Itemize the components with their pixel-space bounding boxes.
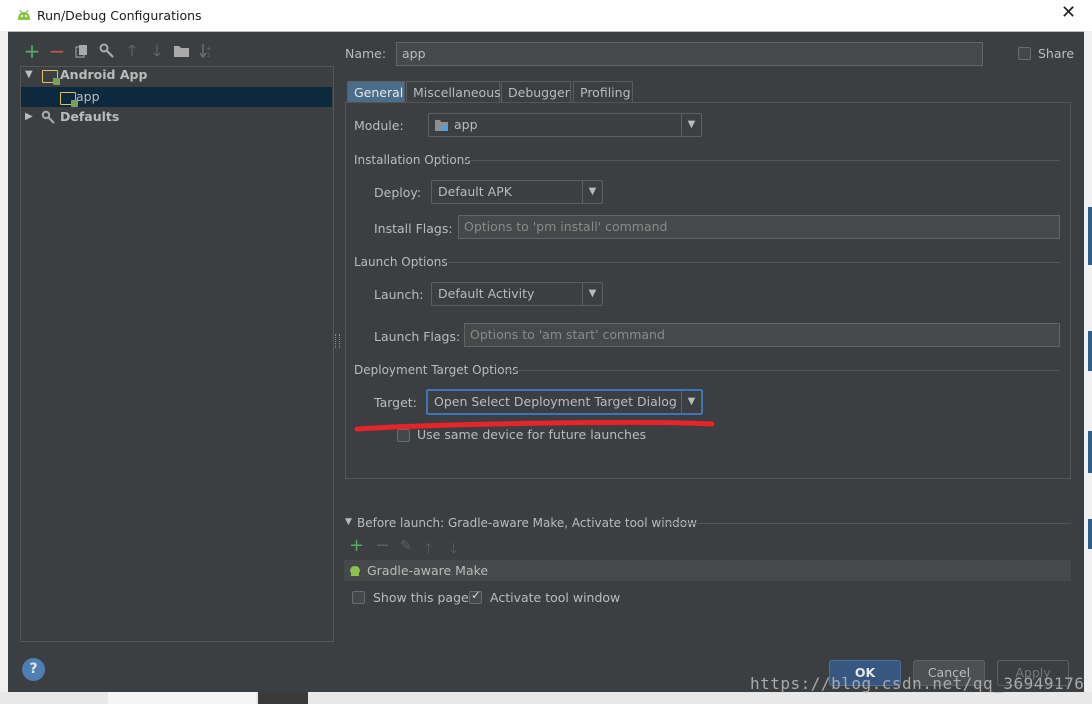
launch-select[interactable]: Default Activity ▼	[431, 282, 603, 306]
move-up-icon[interactable]: 🡑	[123, 42, 141, 60]
show-page-checkbox[interactable]	[352, 591, 365, 604]
tree-item-label: app	[76, 89, 100, 104]
window-title: Run/Debug Configurations	[37, 8, 202, 23]
svg-text:z: z	[207, 52, 210, 58]
wrench-icon[interactable]	[99, 43, 115, 59]
divider	[663, 523, 1071, 524]
module-value: app	[454, 117, 478, 132]
name-input[interactable]: app	[396, 42, 983, 66]
target-select[interactable]: Open Select Deployment Target Dialog ▼	[426, 389, 703, 415]
activate-tool-window-label: Activate tool window	[490, 590, 621, 605]
copy-icon[interactable]	[75, 44, 89, 58]
divider	[463, 160, 1060, 161]
tree-item-label: Android App	[60, 67, 148, 82]
remove-icon[interactable]: −	[48, 41, 66, 61]
launch-label: Launch:	[374, 287, 424, 302]
background-right	[1084, 31, 1092, 704]
launch-options-title: Launch Options	[354, 255, 448, 269]
task-item-label: Gradle-aware Make	[367, 563, 489, 578]
module-label: Module:	[354, 118, 404, 133]
tree-item-label: Defaults	[60, 109, 120, 124]
add-icon[interactable]: +	[23, 41, 41, 61]
target-label: Target:	[374, 395, 417, 410]
divider	[506, 370, 1060, 371]
remove-task-icon[interactable]: −	[375, 536, 390, 556]
title-bar: Run/Debug Configurations ✕	[0, 0, 1092, 32]
tab-profiling[interactable]: Profiling	[573, 81, 633, 102]
defaults-icon	[41, 110, 55, 124]
launch-flags-input[interactable]: Options to 'am start' command	[464, 323, 1060, 347]
move-down-icon[interactable]: 🡓	[148, 42, 166, 60]
task-list[interactable]: Gradle-aware Make	[344, 560, 1071, 581]
before-launch-title: Before launch: Gradle-aware Make, Activa…	[357, 516, 697, 530]
share-checkbox[interactable]	[1018, 47, 1031, 60]
background-left	[0, 31, 8, 704]
module-select[interactable]: app ▼	[428, 113, 702, 137]
chevron-down-icon[interactable]: ▼	[582, 283, 602, 305]
launch-flags-label: Launch Flags:	[374, 329, 461, 344]
add-task-icon[interactable]: +	[349, 536, 364, 556]
move-down-icon[interactable]: 🡓	[450, 538, 457, 562]
chevron-down-icon[interactable]: ▼	[681, 114, 701, 136]
tab-debugger[interactable]: Debugger	[501, 81, 571, 102]
deployment-options-title: Deployment Target Options	[354, 363, 519, 377]
svg-text:a: a	[207, 45, 211, 52]
chevron-down-icon[interactable]: ▼	[582, 181, 602, 203]
close-icon[interactable]: ✕	[1061, 4, 1076, 22]
deploy-select[interactable]: Default APK ▼	[431, 180, 603, 204]
help-icon[interactable]: ?	[22, 658, 45, 681]
install-flags-input[interactable]: Options to 'pm install' command	[458, 215, 1060, 239]
module-folder-icon	[435, 120, 448, 131]
edit-task-icon[interactable]: ✎	[400, 538, 412, 554]
app-config-icon	[60, 92, 78, 107]
installation-options-title: Installation Options	[354, 153, 471, 167]
collapse-arrow-icon[interactable]: ▶	[25, 107, 33, 127]
configuration-tree[interactable]	[20, 66, 334, 642]
tree-item-app[interactable]: app	[21, 87, 332, 107]
deploy-label: Deploy:	[374, 185, 422, 200]
collapse-arrow-icon[interactable]: ▼	[345, 517, 352, 527]
splitter-handle[interactable]	[335, 334, 340, 348]
install-flags-label: Install Flags:	[374, 221, 453, 236]
android-icon	[350, 566, 360, 576]
tab-miscellaneous[interactable]: Miscellaneous	[406, 81, 501, 102]
watermark: https://blog.csdn.net/qq_36949176	[750, 674, 1085, 693]
android-app-icon	[42, 70, 60, 85]
target-value: Open Select Deployment Target Dialog	[434, 394, 677, 409]
red-annotation-underline	[354, 419, 715, 432]
divider	[445, 262, 1060, 263]
background-bottom	[0, 692, 1092, 704]
activate-tool-window-checkbox[interactable]	[469, 588, 482, 604]
tree-item-defaults[interactable]: ▶ Defaults	[21, 107, 332, 127]
name-label: Name:	[345, 46, 387, 61]
show-page-label: Show this page	[373, 590, 469, 605]
chevron-down-icon[interactable]: ▼	[681, 391, 701, 413]
android-icon	[18, 9, 30, 20]
tab-general[interactable]: General	[347, 81, 405, 102]
deploy-value: Default APK	[438, 184, 512, 199]
folder-icon[interactable]	[174, 44, 189, 57]
move-up-icon[interactable]: 🡑	[425, 538, 432, 562]
launch-value: Default Activity	[438, 286, 535, 301]
expand-arrow-icon[interactable]: ▼	[25, 65, 33, 85]
tree-item-android-app[interactable]: ▼ Android App	[21, 65, 332, 85]
share-label: Share	[1038, 46, 1075, 61]
sort-icon[interactable]: az	[199, 43, 214, 58]
